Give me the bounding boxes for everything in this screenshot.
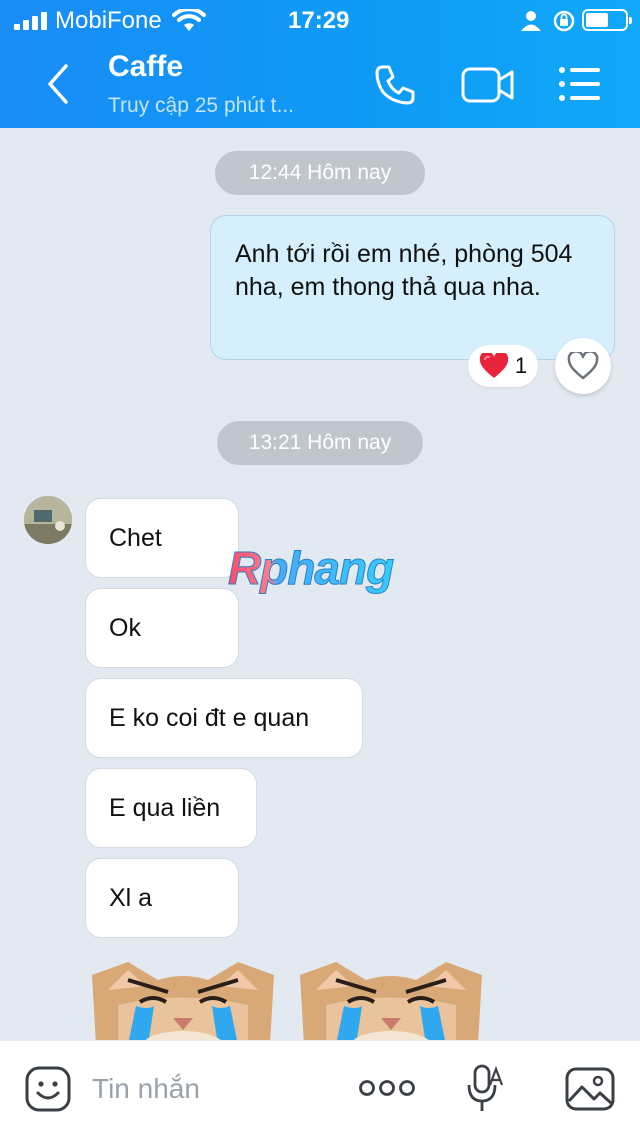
crying-cat-image — [300, 962, 482, 1045]
chat-menu-button[interactable] — [556, 62, 604, 108]
microphone-icon — [467, 1064, 504, 1111]
last-seen-status: Truy cập 25 phút t... — [108, 94, 294, 117]
incoming-message[interactable]: Chet — [85, 498, 239, 578]
watermark-text: Rphang — [228, 542, 394, 594]
list-icon — [559, 67, 600, 101]
timestamp-pill: 13:21 Hôm nay — [217, 421, 423, 465]
watermark-logo: Rphang — [226, 540, 426, 607]
video-camera-icon — [461, 67, 514, 103]
incoming-message[interactable]: E qua liền — [85, 768, 257, 848]
incoming-message[interactable]: E ko coi đt e quan — [85, 678, 363, 758]
video-call-button[interactable] — [460, 64, 516, 106]
rotation-lock-icon — [553, 10, 575, 32]
back-button[interactable] — [38, 60, 78, 108]
watermark-image: Rphang — [228, 542, 396, 595]
battery-icon — [582, 9, 632, 31]
sticker-button[interactable] — [24, 1065, 72, 1113]
chat-header: MobiFone 17:29 Caffe Truy cập 25 phút t.… — [0, 0, 640, 128]
status-time: 17:29 — [288, 7, 350, 34]
like-button[interactable] — [555, 338, 611, 394]
signal-strength-icon — [14, 12, 50, 30]
outgoing-message[interactable]: Anh tới rồi em nhé, phòng 504 nha, em th… — [210, 215, 615, 360]
reaction-count: 1 — [514, 353, 528, 378]
message-input[interactable] — [92, 1067, 332, 1111]
message-input-bar — [0, 1040, 640, 1136]
phone-icon — [375, 65, 415, 105]
incoming-message[interactable]: Ok — [85, 588, 239, 668]
avatar-image — [24, 496, 72, 544]
heart-outline-icon — [567, 352, 599, 380]
reaction-badge[interactable]: 1 — [468, 345, 538, 387]
wifi-icon — [172, 9, 206, 31]
chevron-left-icon — [48, 64, 68, 104]
status-bar: MobiFone 17:29 — [0, 0, 640, 44]
person-icon — [521, 11, 541, 31]
more-options-button[interactable] — [358, 1073, 416, 1103]
image-icon — [565, 1067, 615, 1111]
incoming-message[interactable]: Xl a — [85, 858, 239, 938]
call-button[interactable] — [372, 62, 418, 108]
sticker-crying-cat[interactable] — [296, 950, 486, 1045]
contact-avatar[interactable] — [24, 496, 72, 544]
image-picker-button[interactable] — [564, 1063, 616, 1115]
chat-title: Caffe — [108, 50, 184, 83]
timestamp-pill: 12:44 Hôm nay — [215, 151, 425, 195]
dots-icon — [359, 1080, 415, 1096]
voice-input-button[interactable] — [466, 1063, 504, 1115]
carrier-name: MobiFone — [55, 7, 162, 34]
crying-cat-image — [92, 962, 274, 1045]
sticker-crying-cat[interactable] — [88, 950, 278, 1045]
heart-icon — [479, 353, 509, 378]
emoji-icon — [25, 1066, 71, 1112]
